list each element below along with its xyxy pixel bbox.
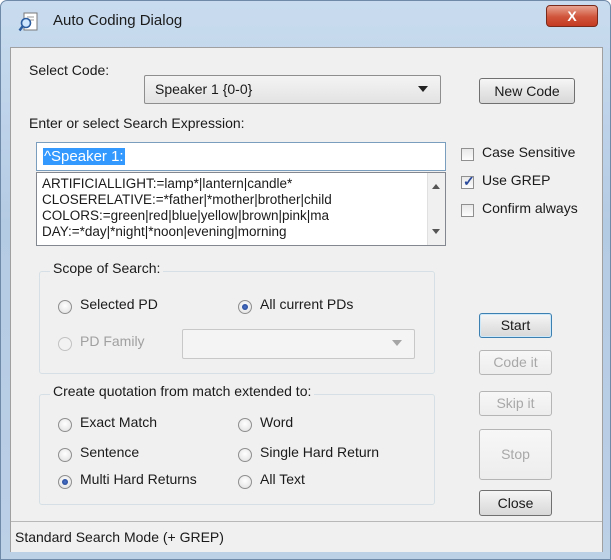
scroll-up-icon[interactable]	[432, 184, 440, 189]
word-radio[interactable]	[238, 418, 252, 432]
use-grep-checkbox[interactable]: ✓	[461, 173, 475, 189]
start-button[interactable]: Start	[479, 313, 552, 338]
search-expression-label: Enter or select Search Expression:	[29, 115, 245, 131]
sentence-radio[interactable]	[58, 448, 72, 462]
all-text-radio[interactable]	[238, 475, 252, 489]
single-hard-return-radio[interactable]	[238, 448, 252, 462]
close-window-button[interactable]: X	[546, 5, 598, 27]
pd-family-dropdown[interactable]	[182, 329, 415, 359]
stop-button[interactable]: Stop	[479, 429, 552, 480]
list-item[interactable]: CLOSERELATIVE:=*father|*mother|brother|c…	[42, 192, 332, 207]
multi-hard-returns-radio[interactable]	[58, 475, 72, 489]
status-bar: Standard Search Mode (+ GREP)	[11, 521, 602, 552]
list-scrollbar[interactable]	[427, 173, 445, 245]
use-grep-label: Use GREP	[482, 172, 551, 188]
list-item[interactable]: COLORS:=green|red|blue|yellow|brown|pink…	[42, 208, 329, 223]
select-code-dropdown[interactable]: Speaker 1 {0-0}	[144, 75, 441, 104]
title-bar[interactable]: Auto Coding Dialog X	[1, 1, 610, 41]
exact-match-label: Exact Match	[80, 414, 158, 430]
multi-hard-returns-label: Multi Hard Returns	[80, 471, 197, 487]
scroll-down-icon[interactable]	[432, 229, 440, 234]
list-item[interactable]: DAY:=*day|*night|*noon|evening|morning	[42, 224, 287, 239]
skip-it-button[interactable]: Skip it	[479, 391, 552, 416]
search-expression-value: ^Speaker 1:	[43, 148, 125, 165]
radio-selected-dot	[242, 304, 248, 310]
code-it-button[interactable]: Code it	[479, 350, 552, 375]
chevron-down-icon	[418, 86, 428, 92]
window-title: Auto Coding Dialog	[53, 12, 183, 29]
all-text-label: All Text	[260, 471, 305, 487]
single-hard-return-label: Single Hard Return	[260, 444, 380, 460]
search-document-icon	[18, 12, 38, 32]
search-expression-input[interactable]: ^Speaker 1:	[36, 142, 446, 171]
selected-pd-label: Selected PD	[80, 296, 158, 312]
list-item[interactable]: ARTIFICIALLIGHT:=lamp*|lantern|candle*	[42, 176, 292, 191]
scope-of-search-title: Scope of Search:	[50, 260, 164, 276]
select-code-value: Speaker 1 {0-0}	[155, 81, 253, 97]
pd-family-label: PD Family	[80, 333, 145, 349]
quotation-extension-title: Create quotation from match extended to:	[50, 383, 315, 399]
case-sensitive-label: Case Sensitive	[482, 144, 576, 160]
confirm-always-checkbox[interactable]	[461, 204, 474, 217]
search-expression-list[interactable]: ARTIFICIALLIGHT:=lamp*|lantern|candle* C…	[36, 172, 446, 246]
chevron-down-icon	[392, 340, 402, 346]
sentence-label: Sentence	[80, 444, 140, 460]
select-code-label: Select Code:	[29, 62, 110, 78]
word-label: Word	[260, 414, 294, 430]
checkmark-icon: ✓	[463, 173, 475, 189]
selected-pd-radio[interactable]	[58, 300, 72, 314]
confirm-always-label: Confirm always	[482, 200, 578, 216]
all-current-pds-label: All current PDs	[260, 296, 354, 312]
dialog-window: Auto Coding Dialog X Select Code: Speake…	[0, 0, 611, 560]
pd-family-radio[interactable]	[58, 337, 72, 351]
status-text: Standard Search Mode (+ GREP)	[15, 529, 224, 545]
exact-match-radio[interactable]	[58, 418, 72, 432]
case-sensitive-checkbox[interactable]	[461, 148, 474, 161]
dialog-client-area: Select Code: Speaker 1 {0-0} New Code En…	[10, 47, 603, 552]
close-button[interactable]: Close	[479, 490, 552, 516]
radio-selected-dot	[62, 479, 68, 485]
all-current-pds-radio[interactable]	[238, 300, 252, 314]
close-icon: X	[567, 8, 577, 24]
new-code-button[interactable]: New Code	[479, 78, 575, 104]
